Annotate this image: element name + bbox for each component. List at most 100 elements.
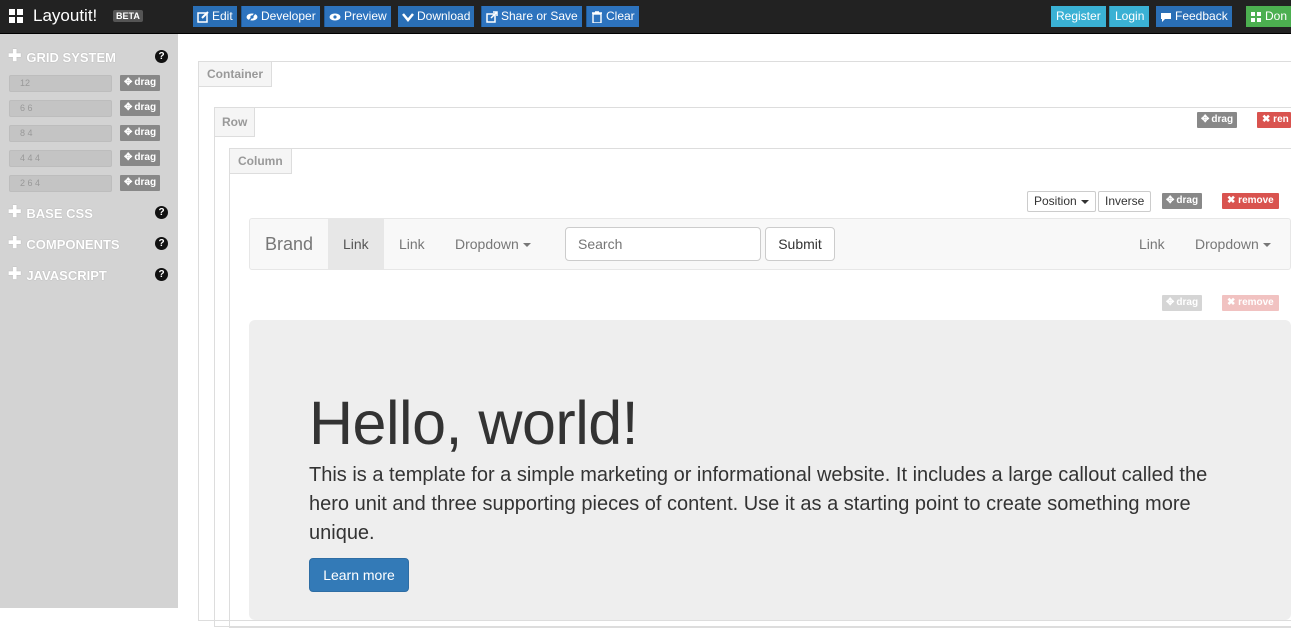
nav-dropdown[interactable]: Dropdown <box>455 219 531 269</box>
edit-icon <box>197 10 209 23</box>
feedback-label: Feedback <box>1175 9 1228 23</box>
plus-icon: ✚ <box>8 204 22 221</box>
help-icon[interactable]: ? <box>155 237 168 250</box>
nav-right-dropdown[interactable]: Dropdown <box>1195 219 1271 269</box>
navbar-remove-button[interactable]: ✖ remove <box>1222 193 1279 209</box>
grid-row-item: 12 ✥ drag <box>9 75 169 92</box>
clear-button[interactable]: Clear <box>586 6 639 27</box>
drag-label: drag <box>134 102 157 113</box>
download-button[interactable]: Download <box>398 6 475 27</box>
edit-label: Edit <box>212 9 233 23</box>
caret-down-icon <box>1080 199 1089 204</box>
share-save-button[interactable]: Share or Save <box>481 6 582 27</box>
donate-button[interactable]: Don <box>1246 6 1291 27</box>
grid-row-preview: 12 <box>9 75 112 92</box>
layout-grid-icon <box>9 9 23 23</box>
preview-label: Preview <box>344 9 387 23</box>
section-javascript[interactable]: ✚ JAVASCRIPT ? <box>8 266 170 284</box>
grid-row-preview: 4 4 4 <box>9 150 112 167</box>
plus-icon: ✚ <box>8 235 22 252</box>
section-grid-system[interactable]: ✚ GRID SYSTEM ? <box>8 48 170 66</box>
sidebar: ✚ GRID SYSTEM ? 12 ✥ drag 6 6 ✥ drag 8 4 ✥… <box>0 34 178 608</box>
grid-icon <box>1250 11 1261 22</box>
preview-button[interactable]: Preview <box>324 6 391 27</box>
help-icon[interactable]: ? <box>155 268 168 281</box>
remove-label: remove <box>1238 195 1274 206</box>
developer-label: Developer <box>261 9 316 23</box>
submit-button[interactable]: Submit <box>765 227 835 261</box>
share-save-label: Share or Save <box>501 9 578 23</box>
feedback-button[interactable]: Feedback <box>1156 6 1232 27</box>
help-icon[interactable]: ? <box>155 50 168 63</box>
inverse-label: Inverse <box>1105 194 1145 208</box>
close-icon: ✖ <box>1227 195 1236 206</box>
grid-row-preview: 8 4 <box>9 125 112 142</box>
navbar-preview: Brand Link Link Dropdown Submit Link Dro… <box>249 218 1291 270</box>
grid-row-item: 6 6 ✥ drag <box>9 100 169 117</box>
drag-label: drag <box>134 177 157 188</box>
drag-button[interactable]: ✥ drag <box>120 150 161 166</box>
position-dropdown[interactable]: Position <box>1027 191 1096 212</box>
help-icon[interactable]: ? <box>155 206 168 219</box>
section-label: BASE CSS <box>26 205 93 221</box>
register-label: Register <box>1056 9 1101 23</box>
developer-button[interactable]: Developer <box>241 6 320 27</box>
close-icon: ✖ <box>1262 114 1271 125</box>
edit-button[interactable]: Edit <box>193 6 237 27</box>
top-bar: Layoutit! BETA Edit Developer Preview Do… <box>0 0 1291 34</box>
grid-row-preview: 6 6 <box>9 100 112 117</box>
position-label: Position <box>1034 194 1077 208</box>
grid-row-item: 2 6 4 ✥ drag <box>9 175 169 192</box>
eye-slash-icon <box>246 11 258 22</box>
grid-row-item: 4 4 4 ✥ drag <box>9 150 169 167</box>
trash-icon <box>592 10 602 23</box>
caret-down-icon <box>1262 243 1271 248</box>
navbar-brand[interactable]: Brand <box>265 219 313 269</box>
section-label: COMPONENTS <box>26 236 120 252</box>
row-remove-button[interactable]: ✖ ren <box>1257 112 1291 128</box>
clear-label: Clear <box>606 9 635 23</box>
eye-icon <box>329 13 341 20</box>
drag-label: drag <box>1176 297 1199 308</box>
jumbotron-drag-button[interactable]: ✥ drag <box>1162 295 1203 311</box>
container-label: Container <box>199 62 273 87</box>
move-icon: ✥ <box>124 127 133 138</box>
nav-dropdown-label: Dropdown <box>455 236 519 252</box>
jumbotron-remove-button[interactable]: ✖ remove <box>1222 295 1279 311</box>
caret-down-icon <box>522 243 531 248</box>
row-label: Row <box>215 108 256 137</box>
app-title[interactable]: Layoutit! <box>33 6 97 26</box>
drag-button[interactable]: ✥ drag <box>120 175 161 191</box>
learn-more-button[interactable]: Learn more <box>309 558 409 592</box>
close-icon: ✖ <box>1227 297 1236 308</box>
drag-button[interactable]: ✥ drag <box>120 125 161 141</box>
download-label: Download <box>417 9 471 23</box>
section-base-css[interactable]: ✚ BASE CSS ? <box>8 204 170 222</box>
section-label: JAVASCRIPT <box>26 267 107 283</box>
inverse-button[interactable]: Inverse <box>1098 191 1152 212</box>
search-input[interactable] <box>565 227 761 261</box>
move-icon: ✥ <box>124 177 133 188</box>
move-icon: ✥ <box>1201 114 1210 125</box>
nav-right-dropdown-label: Dropdown <box>1195 236 1259 252</box>
nav-link[interactable]: Link <box>399 219 425 269</box>
comment-icon <box>1161 12 1171 22</box>
column-label: Column <box>230 149 292 174</box>
login-button[interactable]: Login <box>1109 6 1150 27</box>
drag-button[interactable]: ✥ drag <box>120 100 161 116</box>
remove-label: remove <box>1238 297 1274 308</box>
remove-label: ren <box>1273 114 1289 125</box>
drag-label: drag <box>134 127 157 138</box>
login-label: Login <box>1115 9 1145 23</box>
nav-right-link[interactable]: Link <box>1139 219 1165 269</box>
row-drag-button[interactable]: ✥ drag <box>1197 112 1238 128</box>
drag-label: drag <box>1176 195 1199 206</box>
jumbotron-heading: Hello, world! <box>309 389 639 457</box>
section-components[interactable]: ✚ COMPONENTS ? <box>8 235 170 253</box>
drag-button[interactable]: ✥ drag <box>120 75 161 91</box>
navbar-drag-button[interactable]: ✥ drag <box>1162 193 1203 209</box>
plus-icon: ✚ <box>8 266 22 283</box>
nav-link-active[interactable]: Link <box>328 219 384 269</box>
move-icon: ✥ <box>124 77 133 88</box>
register-button[interactable]: Register <box>1051 6 1106 27</box>
